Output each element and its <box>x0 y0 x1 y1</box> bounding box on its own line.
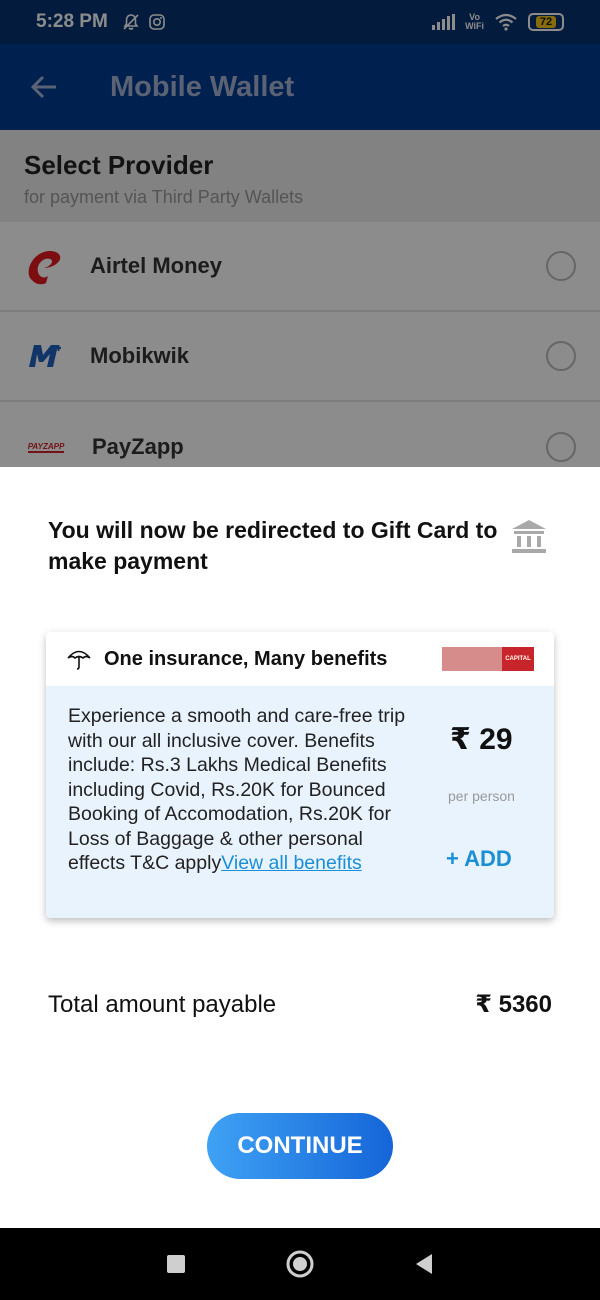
add-insurance-button[interactable]: + ADD <box>446 846 512 872</box>
total-label: Total amount payable <box>48 990 277 1018</box>
bank-icon <box>512 520 546 553</box>
insurance-price-unit: per person <box>448 788 515 804</box>
modal-backdrop[interactable] <box>0 0 600 467</box>
insurance-price: ₹ 29 <box>450 723 513 756</box>
continue-button[interactable]: CONTINUE <box>207 1113 393 1179</box>
redirect-message: You will now be redirected to Gift Card … <box>48 517 498 574</box>
back-nav-button[interactable] <box>362 1228 486 1300</box>
recents-button[interactable] <box>114 1228 238 1300</box>
system-nav-bar <box>0 1228 600 1300</box>
insurance-partner-logo: CAPITAL <box>442 647 534 671</box>
view-all-benefits-link[interactable]: View all benefits <box>221 852 362 874</box>
redirect-bottom-sheet: You will now be redirected to Gift Card … <box>0 467 600 1228</box>
square-icon <box>167 1255 185 1273</box>
total-row: Total amount payable ₹ 5360 <box>48 990 552 1019</box>
insurance-header: One insurance, Many benefits CAPITAL <box>46 632 554 686</box>
total-value: ₹ 5360 <box>475 991 552 1018</box>
triangle-back-icon <box>416 1254 432 1274</box>
insurance-card: One insurance, Many benefits CAPITAL Exp… <box>46 632 554 918</box>
umbrella-icon <box>67 650 91 670</box>
home-button[interactable] <box>238 1228 362 1300</box>
insurance-description: Experience a smooth and care-free trip w… <box>68 705 406 874</box>
insurance-title: One insurance, Many benefits <box>104 647 388 670</box>
circle-icon <box>286 1250 314 1278</box>
